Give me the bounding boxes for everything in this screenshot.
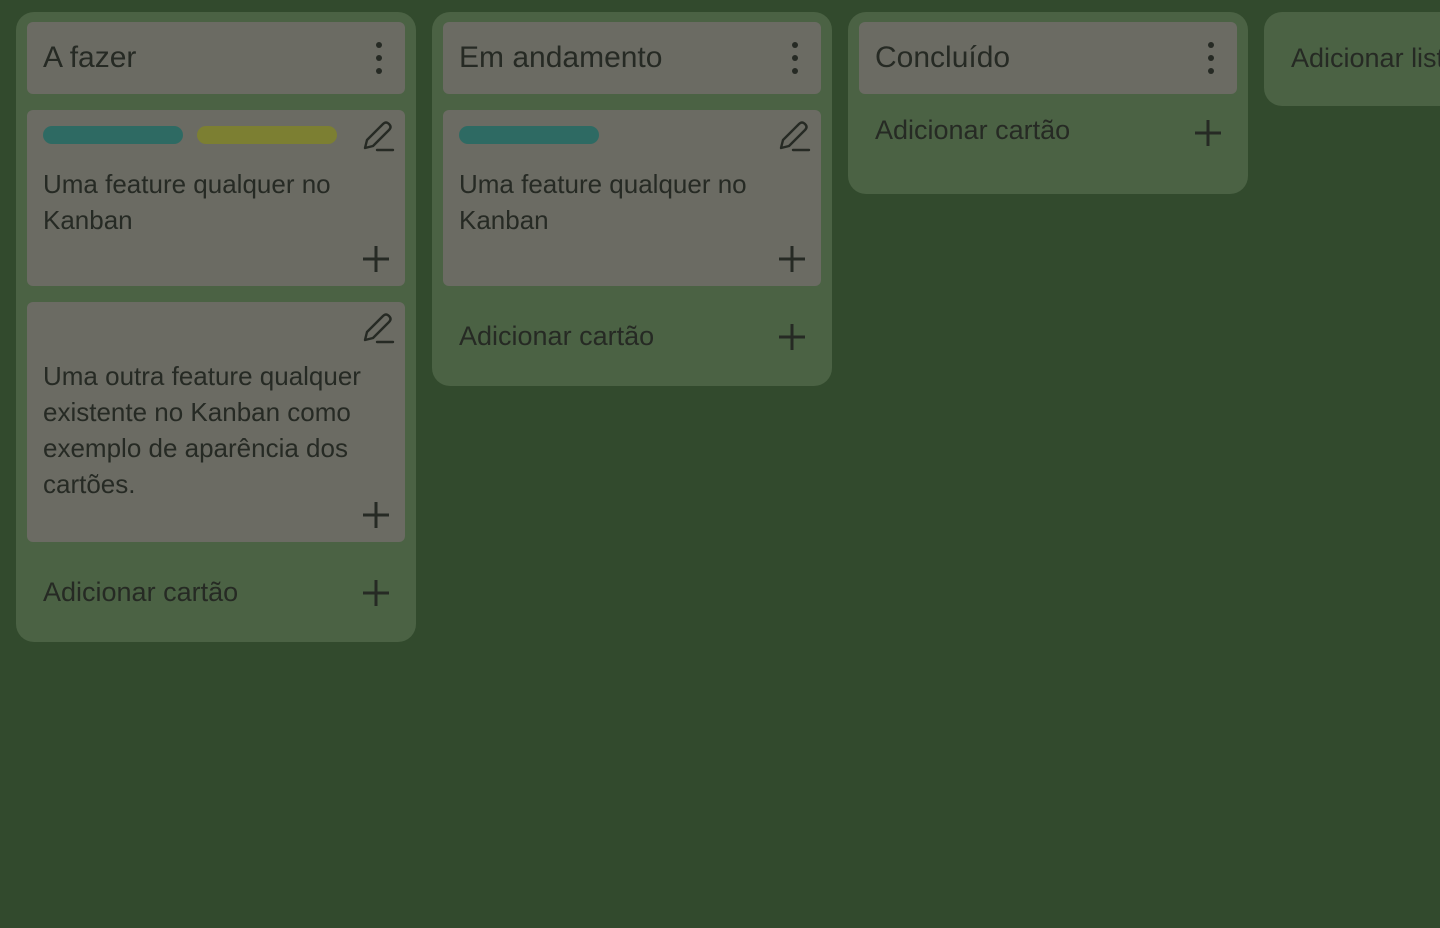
card-tags bbox=[459, 126, 805, 144]
card-tags bbox=[43, 318, 389, 336]
card-text: Uma outra feature qualquer existente no … bbox=[43, 361, 361, 499]
plus-icon[interactable] bbox=[361, 244, 391, 274]
more-vert-icon[interactable] bbox=[789, 42, 801, 74]
card-text: Uma feature qualquer no Kanban bbox=[43, 169, 331, 235]
add-card-button[interactable]: Adicionar cartão bbox=[443, 286, 821, 386]
list-a-fazer: A fazer Uma feature qualquer no Kanban U… bbox=[16, 12, 416, 642]
list-header: Concluído bbox=[859, 22, 1237, 94]
add-card-label: Adicionar cartão bbox=[459, 321, 655, 351]
tag-teal[interactable] bbox=[459, 126, 599, 144]
add-card-button[interactable]: Adicionar cartão bbox=[27, 542, 405, 642]
card-tags bbox=[43, 126, 389, 144]
add-card-label: Adicionar cartão bbox=[875, 115, 1071, 145]
more-vert-icon[interactable] bbox=[1205, 42, 1217, 74]
plus-icon[interactable] bbox=[361, 500, 391, 530]
tag-teal[interactable] bbox=[43, 126, 183, 144]
list-title: Em andamento bbox=[459, 41, 663, 74]
add-card-button[interactable]: Adicionar cartão bbox=[859, 94, 1237, 194]
plus-icon[interactable] bbox=[1193, 118, 1223, 148]
list-title: Concluído bbox=[875, 41, 1011, 74]
card[interactable]: Uma outra feature qualquer existente no … bbox=[27, 302, 405, 542]
kanban-board: A fazer Uma feature qualquer no Kanban U… bbox=[0, 0, 1440, 928]
card[interactable]: Uma feature qualquer no Kanban bbox=[27, 110, 405, 286]
add-card-label: Adicionar cartão bbox=[43, 577, 239, 607]
add-list-label: Adicionar lista bbox=[1291, 43, 1440, 73]
list-em-andamento: Em andamento Uma feature qualquer no Kan… bbox=[432, 12, 832, 386]
list-header: Em andamento bbox=[443, 22, 821, 94]
add-list-button[interactable]: Adicionar lista bbox=[1264, 12, 1440, 106]
list-header: A fazer bbox=[27, 22, 405, 94]
card[interactable]: Uma feature qualquer no Kanban bbox=[443, 110, 821, 286]
more-vert-icon[interactable] bbox=[373, 42, 385, 74]
edit-icon[interactable] bbox=[775, 118, 811, 154]
plus-icon[interactable] bbox=[777, 244, 807, 274]
list-title: A fazer bbox=[43, 41, 137, 74]
plus-icon[interactable] bbox=[361, 578, 391, 608]
tag-olive[interactable] bbox=[197, 126, 337, 144]
list-concluido: Concluído Adicionar cartão bbox=[848, 12, 1248, 194]
edit-icon[interactable] bbox=[359, 118, 395, 154]
card-text: Uma feature qualquer no Kanban bbox=[459, 169, 747, 235]
plus-icon[interactable] bbox=[777, 322, 807, 352]
edit-icon[interactable] bbox=[359, 310, 395, 346]
